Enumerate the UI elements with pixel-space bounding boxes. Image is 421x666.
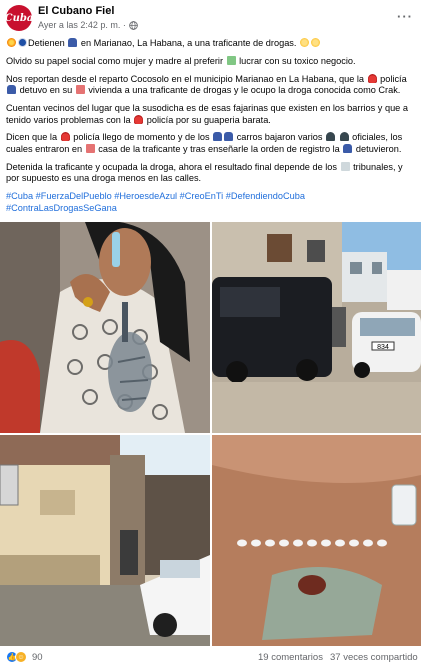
- police-light-icon: [60, 132, 70, 142]
- text-segment: policía por su guaperia barata.: [146, 114, 271, 125]
- text-segment: casa de la traficante y tras enseñarle l…: [98, 143, 340, 154]
- more-options-button[interactable]: ···: [397, 9, 413, 24]
- text-segment: detuvo en su: [19, 85, 73, 96]
- hashtag-link[interactable]: #ContraLasDrogasSeGana: [6, 203, 117, 213]
- screaming-face-icon: [300, 38, 310, 47]
- post-footer: 👍 ☺ 90 19 comentarios 37 veces compartid…: [0, 648, 421, 666]
- reaction-icons[interactable]: 👍 ☺: [6, 651, 27, 663]
- photo-woman-with-bag[interactable]: [0, 222, 210, 433]
- text-segment: en Marianao, La Habana, a una traficante…: [80, 38, 297, 48]
- police-light-icon: [367, 73, 377, 83]
- collision-icon: [7, 38, 16, 47]
- police-car-icon: [213, 132, 223, 142]
- photo-police-cars-illustration: 834: [212, 222, 421, 433]
- reaction-count[interactable]: 90: [32, 652, 43, 663]
- officer-icon: [339, 132, 349, 142]
- page-avatar[interactable]: Cuba: [4, 5, 34, 31]
- hashtag-links[interactable]: #Cuba #FuerzaDelPueblo #HeroesdeAzul #Cr…: [6, 191, 305, 201]
- post-header: Cuba El Cubano Fiel Ayer a las 2:42 p. m…: [4, 3, 415, 33]
- text-segment: Detenida la traficante y ocupada la drog…: [6, 161, 337, 172]
- text-segment: policía llego de momento y de los: [73, 132, 210, 143]
- police-car-number: 834: [377, 344, 389, 351]
- post-paragraph-3: Nos reportan desde el reparto Cocosolo e…: [6, 73, 416, 97]
- post-paragraph-1: Detienen en Marianao, La Habana, a una t…: [6, 38, 416, 50]
- money-icon: [226, 55, 236, 65]
- photo-street-with-car[interactable]: [0, 435, 210, 646]
- post-paragraph-4: Cuentan vecinos del lugar que la susodic…: [6, 103, 416, 126]
- officer-icon: [326, 132, 336, 142]
- screaming-face-icon: [311, 38, 321, 47]
- hashtags: #Cuba #FuerzaDelPueblo #HeroesdeAzul #Cr…: [6, 191, 416, 214]
- post-body: Detienen en Marianao, La Habana, a una t…: [6, 38, 416, 220]
- police-car-icon: [343, 143, 353, 153]
- police-light-icon: [134, 114, 144, 124]
- text-segment: Olvido su papel social como mujer y madr…: [6, 55, 224, 66]
- post-paragraph-2: Olvido su papel social como mujer y madr…: [6, 55, 416, 68]
- care-icon: ☺: [15, 651, 27, 663]
- globe-icon: [129, 20, 138, 30]
- text-segment: policía: [380, 73, 407, 84]
- photo-woman-illustration: [0, 222, 210, 433]
- post-meta: Ayer a las 2:42 p. m. ·: [38, 20, 138, 30]
- photo-drug-packets-illustration: [212, 435, 421, 646]
- police-car-icon: [7, 85, 16, 95]
- photo-drug-packets[interactable]: [212, 435, 421, 646]
- scales-icon: [340, 161, 350, 171]
- post-paragraph-6: Detenida la traficante y ocupada la drog…: [6, 161, 416, 185]
- police-officer-icon: [18, 38, 27, 47]
- police-car-icon: [224, 132, 234, 142]
- page-name-link[interactable]: El Cubano Fiel: [38, 5, 114, 17]
- text-segment: vivienda a una traficante de drogas y le…: [88, 85, 401, 96]
- house-icon: [85, 143, 95, 153]
- text-segment: carros bajaron varios: [236, 132, 323, 143]
- text-segment: Dicen que la: [6, 132, 58, 143]
- text-segment: detuvieron.: [355, 143, 402, 154]
- photo-street-illustration: [0, 435, 210, 646]
- post-paragraph-5: Dicen que la policía llego de momento y …: [6, 132, 416, 155]
- house-icon: [75, 85, 85, 95]
- avatar-logo-text: Cuba: [4, 12, 34, 24]
- post-timestamp[interactable]: Ayer a las 2:42 p. m. ·: [38, 20, 126, 30]
- comments-count[interactable]: 19 comentarios: [258, 652, 323, 663]
- text-segment: lucrar con su toxico negocio.: [239, 55, 356, 66]
- police-car-icon: [68, 38, 78, 47]
- shares-count[interactable]: 37 veces compartido: [330, 652, 418, 663]
- text-segment: Nos reportan desde el reparto Cocosolo e…: [6, 73, 365, 84]
- photo-police-cars[interactable]: 834: [212, 222, 421, 433]
- text-segment: Detienen: [28, 38, 65, 48]
